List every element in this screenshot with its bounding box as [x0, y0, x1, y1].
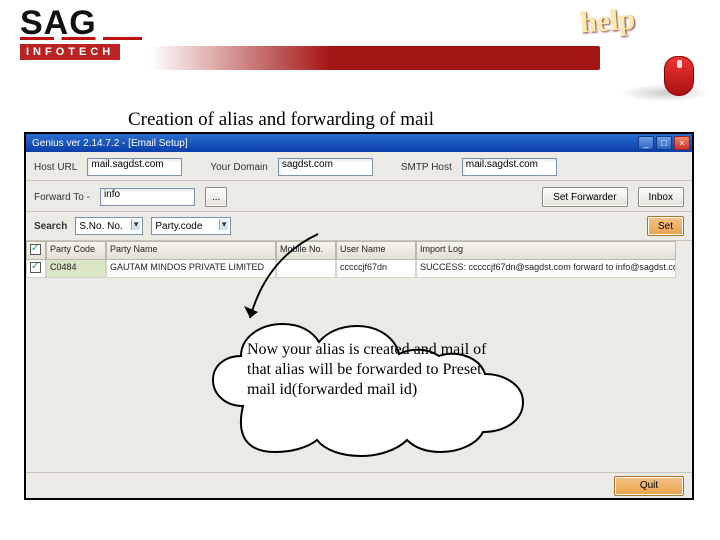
set-button[interactable]: Set: [647, 216, 684, 236]
quit-button[interactable]: Quit: [614, 476, 684, 496]
search-label: Search: [34, 221, 67, 232]
inbox-button[interactable]: Inbox: [638, 187, 684, 207]
forward-to-label: Forward To -: [34, 192, 90, 203]
row-checkbox-cell[interactable]: [26, 260, 46, 278]
callout: Now your alias is created and mail of th…: [205, 310, 540, 460]
callout-text: Now your alias is created and mail of th…: [247, 340, 510, 400]
search-party-select[interactable]: Party.code: [151, 217, 231, 235]
row-user-name: cccccjf67dn: [336, 260, 416, 278]
row-mobile: [276, 260, 336, 278]
close-button[interactable]: ×: [674, 136, 690, 150]
row-checkbox-icon[interactable]: [30, 262, 41, 273]
slide-title: Creation of alias and forwarding of mail: [128, 109, 434, 131]
col-checkbox[interactable]: [26, 241, 46, 260]
col-import-log[interactable]: Import Log: [416, 241, 676, 260]
header-accent-band: [150, 46, 600, 70]
smtp-host-label: SMTP Host: [401, 162, 452, 173]
smtp-host-input[interactable]: mail.sagdst.com: [462, 158, 557, 176]
search-srno-select[interactable]: S.No. No.: [75, 217, 143, 235]
your-domain-input[interactable]: sagdst.com: [278, 158, 373, 176]
table-row[interactable]: C0484 GAUTAM MINDOS PRIVATE LIMITED cccc…: [26, 260, 692, 278]
slide-header: SAG INFOTECH help: [0, 0, 720, 78]
browse-button[interactable]: ...: [205, 187, 227, 207]
row-party-name: GAUTAM MINDOS PRIVATE LIMITED: [106, 260, 276, 278]
help-label: help: [579, 0, 711, 40]
logo-text-bottom: INFOTECH: [20, 44, 120, 60]
host-url-label: Host URL: [34, 162, 77, 173]
minimize-button[interactable]: _: [638, 136, 654, 150]
your-domain-label: Your Domain: [210, 162, 267, 173]
grid-header: Party Code Party Name Mobile No. User Na…: [26, 241, 692, 260]
maximize-button[interactable]: □: [656, 136, 672, 150]
sag-logo: SAG INFOTECH: [20, 4, 142, 60]
mouse-icon: [654, 50, 700, 100]
toolbar-row-2: Forward To - info ... Set Forwarder Inbo…: [26, 181, 692, 212]
toolbar-row-1: Host URL mail.sagdst.com Your Domain sag…: [26, 152, 692, 181]
header-checkbox-icon[interactable]: [30, 244, 41, 255]
col-party-code[interactable]: Party Code: [46, 241, 106, 260]
host-url-input[interactable]: mail.sagdst.com: [87, 158, 182, 176]
footer-bar: Quit: [26, 472, 692, 498]
set-forwarder-button[interactable]: Set Forwarder: [542, 187, 627, 207]
window-title-bar[interactable]: Genius ver 2.14.7.2 - [Email Setup] _ □ …: [26, 134, 692, 152]
col-party-name[interactable]: Party Name: [106, 241, 276, 260]
row-import-log: SUCCESS: cccccjf67dn@sagdst.com forward …: [416, 260, 676, 278]
help-badge: help: [580, 2, 710, 92]
forward-to-input[interactable]: info: [100, 188, 195, 206]
search-row: Search S.No. No. Party.code Set: [26, 212, 692, 241]
window-title: Genius ver 2.14.7.2 - [Email Setup]: [32, 138, 188, 149]
row-party-code: C0484: [46, 260, 106, 278]
col-user-name[interactable]: User Name: [336, 241, 416, 260]
col-mobile[interactable]: Mobile No.: [276, 241, 336, 260]
